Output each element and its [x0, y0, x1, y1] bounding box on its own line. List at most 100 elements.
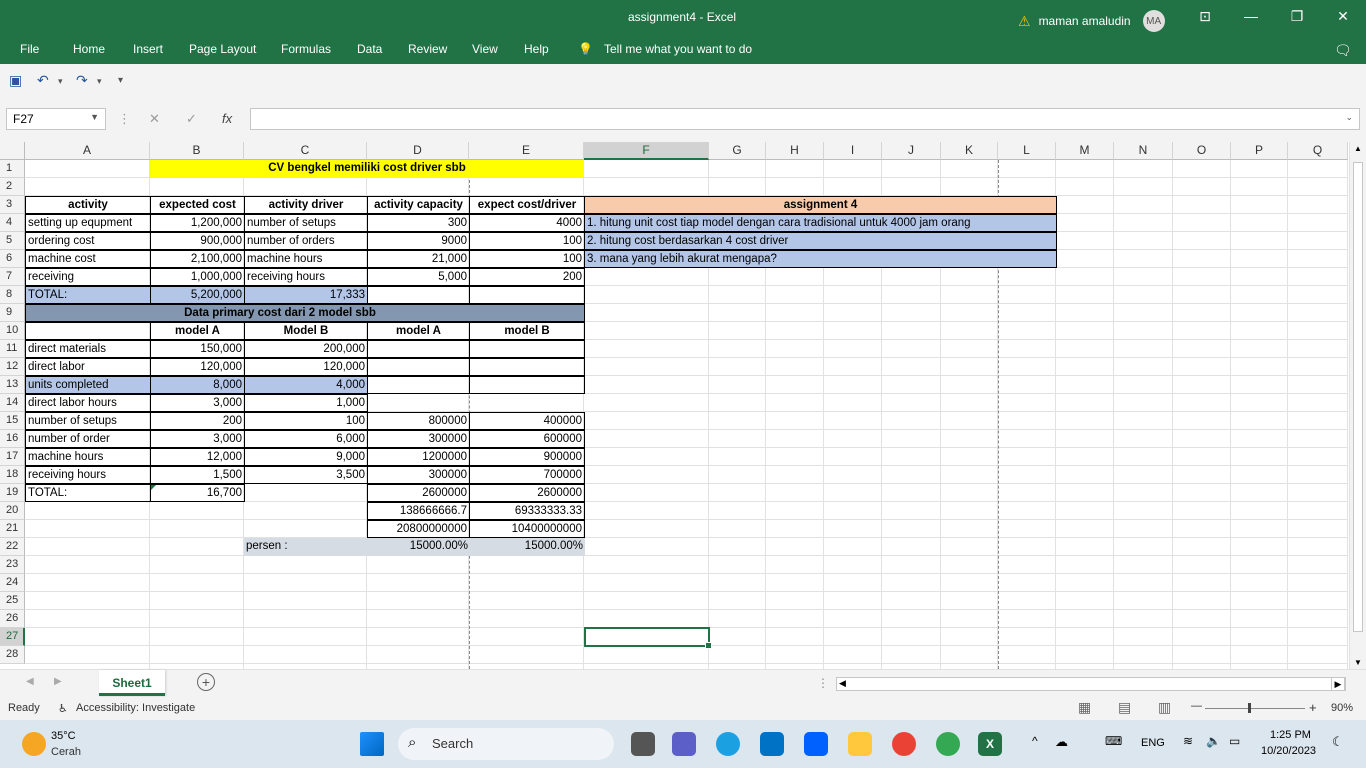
horizontal-scrollbar[interactable]: ◀	[836, 677, 1346, 691]
scroll-down-icon[interactable]: ▼	[1354, 658, 1362, 667]
column-header-k[interactable]: K	[941, 142, 998, 160]
page-break-view-icon[interactable]: ▥	[1158, 699, 1171, 716]
ribbon-display-icon[interactable]: ⊡	[1182, 0, 1228, 34]
avatar[interactable]: MA	[1142, 10, 1165, 32]
row-header-17[interactable]: 17	[0, 448, 25, 466]
column-header-o[interactable]: O	[1173, 142, 1231, 160]
column-header-b[interactable]: B	[150, 142, 244, 160]
excel-icon[interactable]: X	[978, 732, 1002, 756]
prev-sheet-icon[interactable]: ◀	[26, 676, 34, 687]
column-header-p[interactable]: P	[1231, 142, 1288, 160]
undo-dropdown-icon[interactable]: ▾	[58, 76, 63, 87]
customize-qat-icon[interactable]: ▾	[118, 75, 123, 86]
sheet-tab-sheet1[interactable]: Sheet1	[99, 670, 165, 696]
file-explorer-icon[interactable]	[848, 732, 872, 756]
minimize-icon[interactable]: —	[1228, 0, 1274, 34]
language-indicator[interactable]: ENG	[1141, 737, 1165, 749]
tab-review[interactable]: Review	[408, 42, 447, 56]
insert-function-icon[interactable]: fx	[222, 111, 232, 126]
row-header-5[interactable]: 5	[0, 232, 25, 250]
windows-start-icon[interactable]	[360, 732, 384, 756]
row-header-15[interactable]: 15	[0, 412, 25, 430]
dropbox-icon[interactable]	[804, 732, 828, 756]
tab-insert[interactable]: Insert	[133, 42, 163, 56]
row-header-19[interactable]: 19	[0, 484, 25, 502]
zoom-level[interactable]: 90%	[1331, 702, 1353, 714]
accessibility-status[interactable]: Accessibility: Investigate	[76, 702, 195, 714]
focus-assist-icon[interactable]: ☾	[1332, 734, 1344, 750]
tab-file[interactable]: File	[20, 42, 39, 56]
weather-icon[interactable]	[22, 732, 46, 756]
select-all-corner[interactable]	[0, 142, 25, 160]
next-sheet-icon[interactable]: ▶	[54, 676, 62, 687]
enter-icon[interactable]: ✓	[186, 111, 197, 127]
vertical-scrollbar[interactable]: ▲ ▼	[1349, 142, 1366, 669]
task-view-icon[interactable]	[631, 732, 655, 756]
row-header-9[interactable]: 9	[0, 304, 25, 322]
accessibility-icon[interactable]: ♿	[58, 702, 68, 715]
chrome-profile-icon[interactable]	[936, 732, 960, 756]
row-header-26[interactable]: 26	[0, 610, 25, 628]
row-header-28[interactable]: 28	[0, 646, 25, 664]
tab-formulas[interactable]: Formulas	[281, 42, 331, 56]
row-header-6[interactable]: 6	[0, 250, 25, 268]
row-header-13[interactable]: 13	[0, 376, 25, 394]
tab-help[interactable]: Help	[524, 42, 549, 56]
scroll-left-icon[interactable]: ◀	[839, 678, 846, 689]
chrome-icon[interactable]	[892, 732, 916, 756]
column-header-g[interactable]: G	[709, 142, 766, 160]
redo-dropdown-icon[interactable]: ▾	[97, 76, 102, 87]
user-account[interactable]: ⚠ maman amaludin MA	[1018, 10, 1165, 32]
column-header-h[interactable]: H	[766, 142, 824, 160]
wifi-icon[interactable]: ≋	[1183, 734, 1193, 748]
error-indicator-icon[interactable]	[151, 485, 156, 490]
zoom-slider[interactable]	[1205, 708, 1305, 709]
selected-cell-f27[interactable]	[584, 627, 712, 649]
redo-icon[interactable]: ↷	[76, 72, 88, 89]
row-header-7[interactable]: 7	[0, 268, 25, 286]
save-icon[interactable]: ▣	[9, 72, 22, 89]
column-header-n[interactable]: N	[1114, 142, 1173, 160]
zoom-slider-handle[interactable]	[1248, 703, 1251, 713]
keyboard-icon[interactable]: ⌨	[1105, 734, 1122, 748]
row-header-25[interactable]: 25	[0, 592, 25, 610]
add-sheet-icon[interactable]: +	[197, 673, 215, 691]
volume-icon[interactable]: 🔈	[1206, 734, 1221, 748]
row-header-22[interactable]: 22	[0, 538, 25, 556]
column-header-m[interactable]: M	[1056, 142, 1114, 160]
onedrive-icon[interactable]: ☁	[1055, 734, 1068, 750]
formula-input[interactable]: ⌄	[250, 108, 1360, 130]
row-header-27[interactable]: 27	[0, 628, 25, 646]
column-header-c[interactable]: C	[244, 142, 367, 160]
tab-view[interactable]: View	[472, 42, 498, 56]
close-icon[interactable]: ✕	[1320, 0, 1366, 34]
taskbar-search[interactable]: ⌕ Search	[398, 728, 614, 760]
tab-home[interactable]: Home	[73, 42, 105, 56]
row-header-1[interactable]: 1	[0, 160, 25, 178]
zoom-out-icon[interactable]: —	[1191, 700, 1202, 712]
cancel-icon[interactable]: ✕	[149, 111, 160, 127]
expand-formula-icon[interactable]: ⌄	[1345, 112, 1353, 123]
zoom-in-icon[interactable]: +	[1309, 700, 1317, 715]
scroll-up-icon[interactable]: ▲	[1354, 144, 1362, 153]
column-header-l[interactable]: L	[998, 142, 1056, 160]
chevron-down-icon[interactable]: ▼	[90, 112, 99, 122]
tab-data[interactable]: Data	[357, 42, 382, 56]
row-header-2[interactable]: 2	[0, 178, 25, 196]
row-header-10[interactable]: 10	[0, 322, 25, 340]
row-header-21[interactable]: 21	[0, 520, 25, 538]
scroll-right-icon[interactable]: ▶	[1331, 677, 1345, 691]
row-header-11[interactable]: 11	[0, 340, 25, 358]
edge-icon[interactable]	[716, 732, 740, 756]
column-header-j[interactable]: J	[882, 142, 941, 160]
weather-temp[interactable]: 35°C	[51, 730, 76, 742]
tab-split-icon[interactable]: ⋮	[817, 676, 829, 690]
worksheet-grid[interactable]: ABCDEFGHIJKLMNOPQ 1 2 3 4 5 6 7 8 9 10 11 12 13 14 15 1…	[0, 142, 1366, 669]
restore-icon[interactable]: ❐	[1274, 0, 1320, 34]
clock-date[interactable]: 10/20/2023	[1261, 745, 1316, 757]
mail-icon[interactable]	[760, 732, 784, 756]
weather-desc[interactable]: Cerah	[51, 746, 81, 758]
row-header-3[interactable]: 3	[0, 196, 25, 214]
row-header-23[interactable]: 23	[0, 556, 25, 574]
row-header-14[interactable]: 14	[0, 394, 25, 412]
